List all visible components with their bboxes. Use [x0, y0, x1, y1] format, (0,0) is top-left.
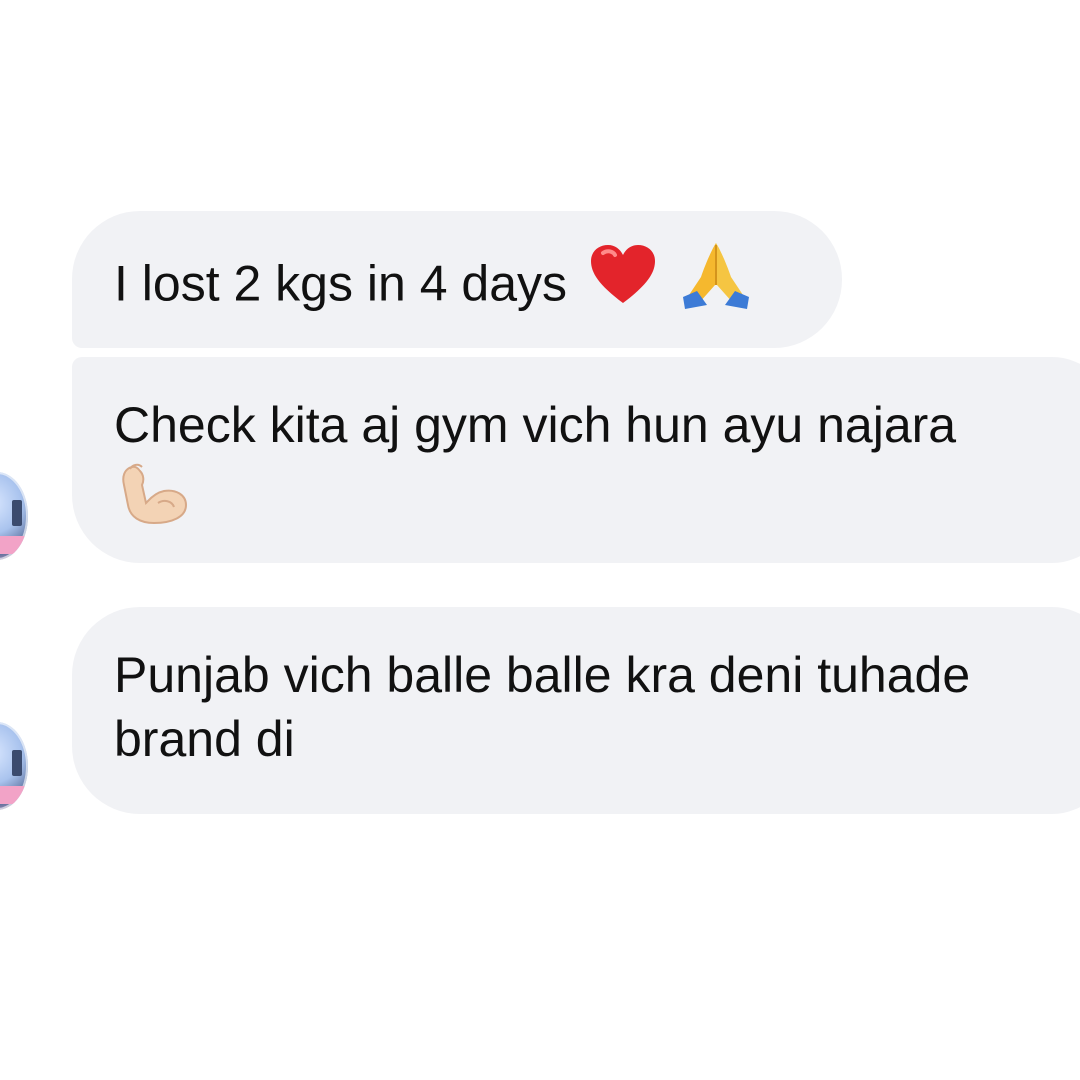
message-bubble[interactable]: I lost 2 kgs in 4 days [72, 211, 842, 348]
chat-thread: I lost 2 kgs in 4 days Check kita aj gym… [0, 0, 1080, 1080]
avatar-patch [12, 750, 22, 776]
message-text: Check kita aj gym vich hun ayu najara [114, 397, 957, 453]
message-bubble[interactable]: Punjab vich balle balle kra deni tuhade … [72, 607, 1080, 814]
message-text: Punjab vich balle balle kra deni tuhade [114, 647, 971, 703]
avatar-patch [12, 500, 22, 526]
avatar-stripe [0, 536, 28, 554]
message-bubble[interactable]: Check kita aj gym vich hun ayu najara [72, 357, 1080, 563]
heart-emoji-icon [589, 243, 657, 320]
message-text: brand di [114, 711, 295, 767]
sender-avatar[interactable] [0, 472, 28, 560]
message-text: I lost 2 kgs in 4 days [114, 255, 568, 312]
flexed-biceps-emoji-icon [114, 457, 1080, 544]
sender-avatar[interactable] [0, 722, 28, 810]
avatar-stripe [0, 786, 28, 804]
folded-hands-emoji-icon [679, 239, 753, 324]
